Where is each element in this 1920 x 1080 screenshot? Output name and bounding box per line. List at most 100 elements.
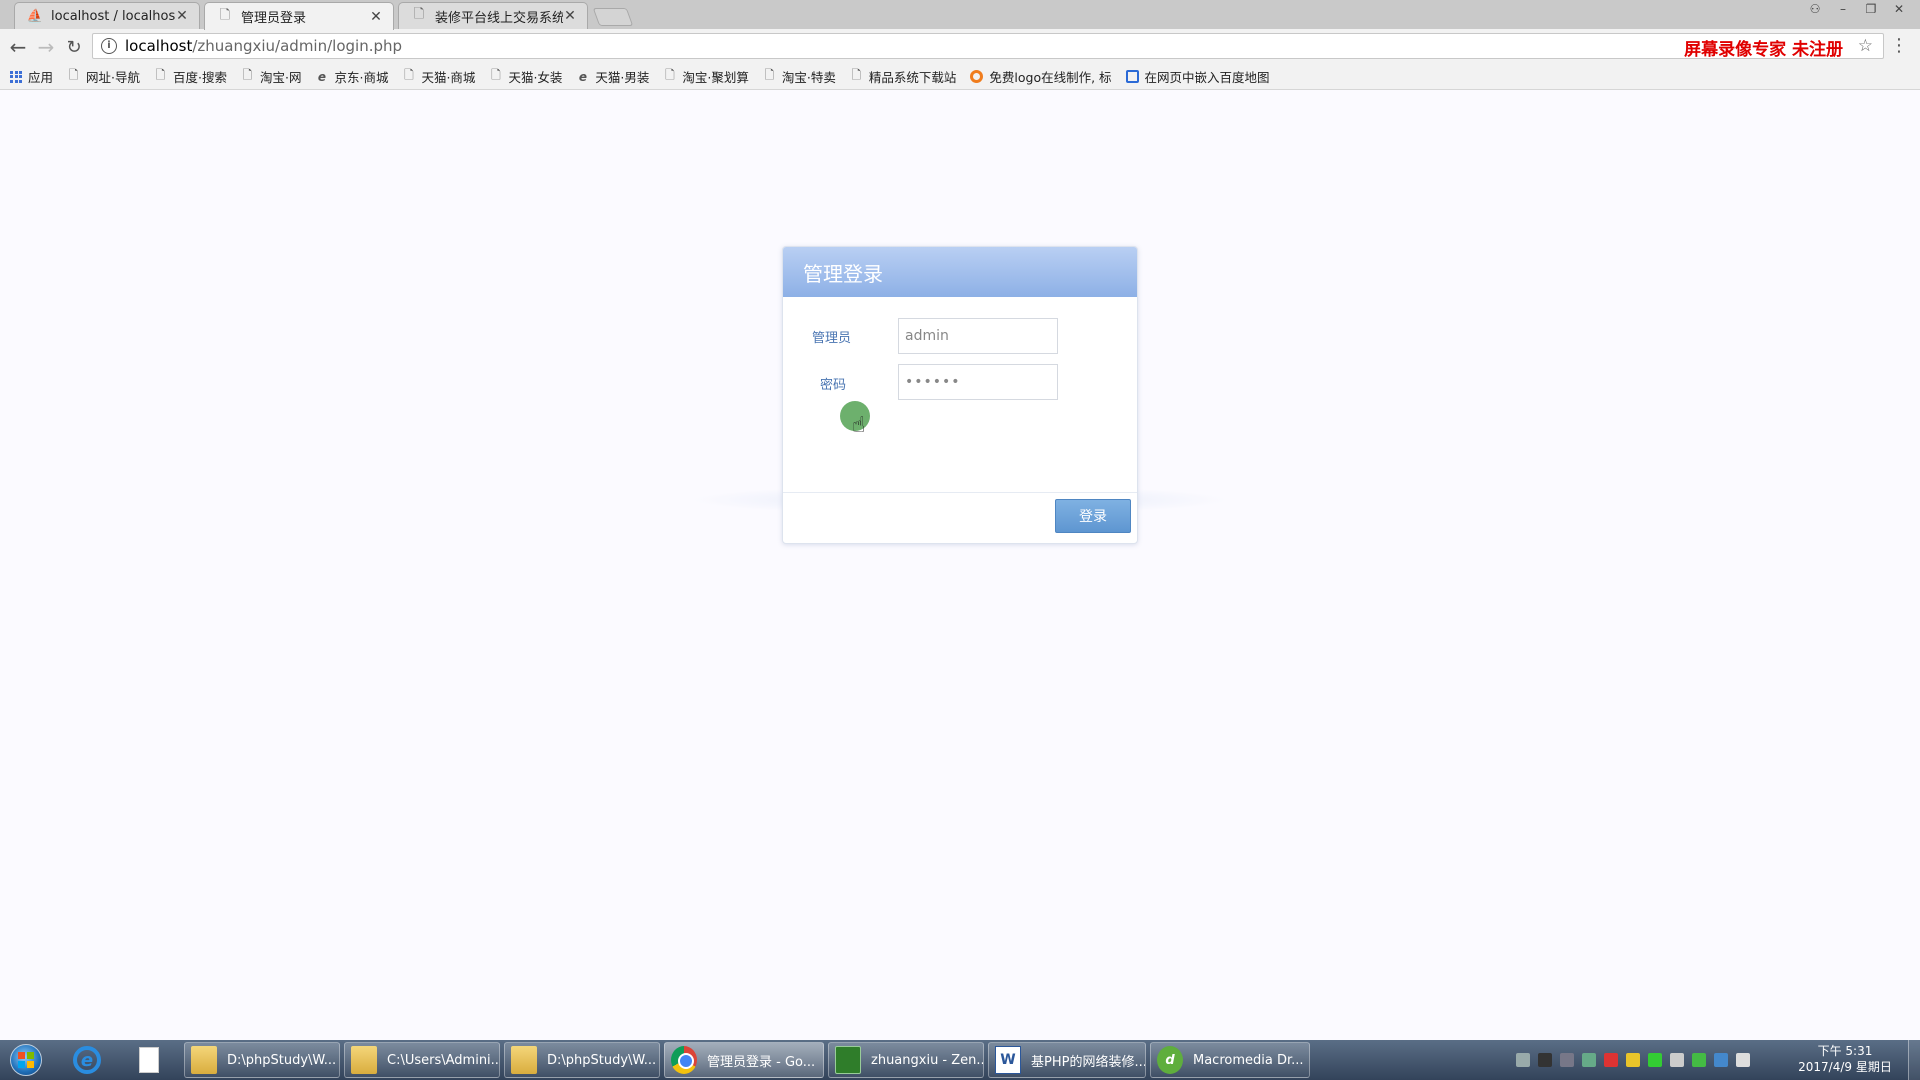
task-label: D:\phpStudy\W... [547,1052,657,1068]
bookmarks-bar: 应用 🗋 网址·导航 🗋 百度·搜索 🗋 淘宝·网 e 京东·商城 🗋 天猫·商城 🗋 天猫… [0,64,1920,90]
qq-icon[interactable] [1604,1053,1618,1067]
forward-icon[interactable]: → [34,35,58,59]
tab-title: localhost / localhost / i [51,8,175,24]
url-host: localhost [125,37,193,55]
volume-icon[interactable] [1736,1053,1750,1067]
bookmark-item[interactable]: 🗋 淘宝·特卖 [763,67,836,86]
bookmark-label: 百度·搜索 [173,70,227,85]
task-label: C:\Users\Admini... [387,1052,500,1068]
info-icon[interactable]: i [101,38,117,54]
tab-admin-login[interactable]: 🗋 管理员登录 ✕ [204,2,394,30]
bookmark-star-icon[interactable]: ☆ [1858,36,1873,56]
taskbar-item-zend[interactable]: zhuangxiu - Zen... [828,1042,984,1078]
username-input[interactable]: admin [898,318,1058,354]
bookmark-item[interactable]: 🗋 天猫·商城 [402,67,475,86]
shield-icon[interactable] [1648,1053,1662,1067]
tray-app-icon[interactable] [1714,1053,1728,1067]
bookmark-item[interactable]: 免费logo在线制作, 标 [970,67,1112,86]
login-button[interactable]: 登录 [1055,499,1131,533]
close-icon[interactable]: ✕ [563,8,577,24]
folder-icon [351,1046,377,1074]
bookmark-item[interactable]: e 京东·商城 [315,67,389,86]
ie-icon: e [73,1046,101,1074]
bookmark-label: 精品系统下载站 [868,70,957,85]
blue-box-icon [1125,70,1139,83]
notepad-pinned[interactable] [126,1043,172,1077]
bookmark-label: 免费logo在线制作, 标 [989,70,1112,85]
page-icon: 🗋 [404,68,414,82]
bookmark-label: 天猫·男装 [595,70,650,85]
taskbar-item-dreamweaver[interactable]: d Macromedia Dr... [1150,1042,1310,1078]
close-icon[interactable]: ✕ [369,9,383,25]
page-icon: 🗋 [68,68,79,82]
username-label: 管理员 [812,331,852,346]
bookmark-label: 京东·商城 [334,70,389,85]
dreamweaver-icon: d [1157,1046,1183,1074]
bookmark-item[interactable]: 🗋 百度·搜索 [154,67,227,86]
tray-app-icon[interactable] [1582,1053,1596,1067]
page-icon: 🗋 [219,7,231,23]
close-window-icon[interactable]: ✕ [1886,0,1912,18]
bookmark-label: 淘宝·聚划算 [682,70,749,85]
bookmark-label: 网址·导航 [86,70,140,85]
apps-icon [10,70,22,83]
bookmark-label: 在网页中嵌入百度地图 [1144,70,1270,85]
new-tab-button[interactable] [592,8,634,26]
zend-icon [835,1046,861,1074]
login-form: 管理员 admin 密码 •••••• [783,297,1137,493]
hand-cursor-icon: ☝ [852,413,866,438]
security-icon[interactable] [1692,1053,1706,1067]
bookmark-item[interactable]: e 天猫·男装 [576,67,650,86]
task-label: 管理员登录 - Go... [707,1054,816,1070]
minimize-icon[interactable]: – [1830,0,1856,18]
orange-circle-icon [970,70,984,83]
browser-toolbar: ← → ↻ i localhost/zhuangxiu/admin/login.… [0,29,1920,64]
ie-pinned[interactable]: e [64,1043,110,1077]
tray-app-icon[interactable] [1626,1053,1640,1067]
bookmark-item[interactable]: 🗋 网址·导航 [67,67,140,86]
bookmark-item[interactable]: 🗋 精品系统下载站 [850,67,957,86]
tray-app-icon[interactable] [1538,1053,1552,1067]
taskbar-item-chrome[interactable]: 管理员登录 - Go... [664,1042,824,1078]
page-icon: 🗋 [665,68,675,82]
bookmark-label: 淘宝·网 [259,70,302,85]
bookmark-item[interactable]: 在网页中嵌入百度地图 [1125,67,1270,86]
bookmark-label: 淘宝·特卖 [781,70,836,85]
system-tray [1516,1040,1750,1080]
bookmark-item[interactable]: 🗋 天猫·女装 [489,67,562,86]
tab-title: 管理员登录 [241,11,307,26]
taskbar-item-explorer[interactable]: D:\phpStudy\W... [504,1042,660,1078]
taskbar-item-word[interactable]: W 基PHP的网络装修... [988,1042,1146,1078]
keyboard-icon[interactable] [1516,1053,1530,1067]
bookmark-item[interactable]: 🗋 淘宝·网 [241,67,302,86]
bookmark-label: 天猫·商城 [421,70,476,85]
taskbar-item-explorer[interactable]: C:\Users\Admini... [344,1042,500,1078]
menu-icon[interactable]: ⋮ [1890,37,1908,55]
network-icon[interactable] [1670,1053,1684,1067]
user-icon[interactable]: ⚇ [1802,0,1828,18]
restore-icon[interactable]: ❐ [1858,0,1884,18]
bookmark-apps[interactable]: 应用 [10,67,53,86]
document-icon [139,1047,159,1073]
tab-decoration-platform[interactable]: 🗋 装修平台线上交易系统 ✕ [398,2,588,29]
tray-app-icon[interactable] [1560,1053,1574,1067]
word-icon: W [995,1046,1021,1074]
system-clock[interactable]: 下午 5:31 2017/4/9 星期日 [1795,1043,1895,1075]
clock-date: 2017/4/9 星期日 [1798,1060,1892,1074]
bookmark-item[interactable]: 🗋 淘宝·聚划算 [663,67,749,86]
close-icon[interactable]: ✕ [175,8,189,24]
browser-tab-strip: ⛵ localhost / localhost / i ✕ 🗋 管理员登录 ✕ … [0,0,1920,30]
login-title: 管理登录 [783,247,1137,297]
password-input[interactable]: •••••• [898,364,1058,400]
tab-title: 装修平台线上交易系统 [435,10,563,26]
tab-phpmyadmin[interactable]: ⛵ localhost / localhost / i ✕ [14,2,200,29]
windows-taskbar: e D:\phpStudy\W... C:\Users\Admini... D:… [0,1040,1920,1080]
reload-icon[interactable]: ↻ [62,35,86,59]
show-desktop-button[interactable] [1908,1040,1920,1080]
start-button[interactable] [6,1042,46,1078]
address-bar[interactable]: i localhost/zhuangxiu/admin/login.php 屏幕… [92,33,1884,60]
folder-icon [511,1046,537,1074]
window-controls: ⚇ – ❐ ✕ [1802,0,1912,18]
taskbar-item-explorer[interactable]: D:\phpStudy\W... [184,1042,340,1078]
back-icon[interactable]: ← [6,35,30,59]
